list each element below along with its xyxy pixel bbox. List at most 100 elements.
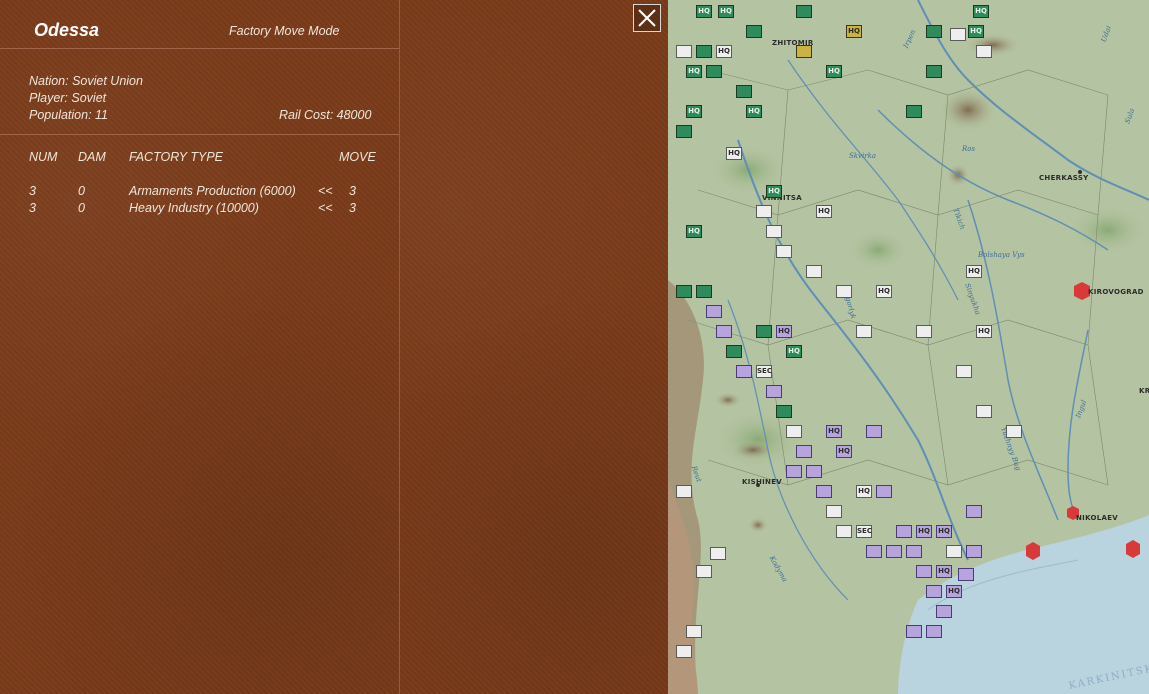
map-unit-armor[interactable]	[676, 45, 692, 58]
map-unit-infantry[interactable]	[856, 325, 872, 338]
map-unit[interactable]: HQ	[968, 25, 984, 38]
map-unit[interactable]: HQ	[846, 25, 862, 38]
map-unit-infantry[interactable]	[710, 547, 726, 560]
map-unit-infantry[interactable]	[966, 545, 982, 558]
map-unit-infantry[interactable]	[736, 365, 752, 378]
map-unit-artillery[interactable]	[796, 445, 812, 458]
map-unit-infantry[interactable]	[696, 45, 712, 58]
move-factory-arrow-button[interactable]: <<	[318, 184, 333, 198]
map-unit[interactable]: HQ	[776, 325, 792, 338]
map-unit[interactable]: HQ	[936, 565, 952, 578]
map-unit-armor[interactable]	[926, 25, 942, 38]
map-unit-infantry[interactable]	[676, 485, 692, 498]
map-unit[interactable]: HQ	[876, 285, 892, 298]
map-unit-infantry[interactable]	[686, 625, 702, 638]
map-unit-infantry[interactable]	[696, 565, 712, 578]
map-unit-armor[interactable]	[916, 565, 932, 578]
map-unit-armor[interactable]	[696, 285, 712, 298]
city-name-title: Odessa	[34, 20, 100, 40]
map-unit[interactable]: HQ	[696, 5, 712, 18]
map-unit-infantry[interactable]	[826, 505, 842, 518]
map-unit[interactable]: HQ	[973, 5, 989, 18]
map-unit-artillery[interactable]	[806, 465, 822, 478]
map-unit-armor[interactable]	[756, 205, 772, 218]
map-city-label: KISHINEV	[742, 478, 782, 486]
map-unit-security[interactable]: SEC	[856, 525, 872, 538]
map-unit-infantry[interactable]	[706, 305, 722, 318]
map-unit-armor[interactable]	[958, 568, 974, 581]
map-unit-infantry[interactable]	[926, 625, 942, 638]
map-unit[interactable]: HQ	[946, 585, 962, 598]
map-unit-infantry[interactable]	[836, 525, 852, 538]
map-unit[interactable]: HQ	[916, 525, 932, 538]
factory-dam: 0	[78, 201, 85, 215]
map-unit-infantry[interactable]	[706, 65, 722, 78]
map-unit-infantry[interactable]	[950, 28, 966, 41]
map-unit[interactable]: HQ	[686, 225, 702, 238]
factory-type: Heavy Industry (10000)	[129, 201, 259, 215]
map-unit-infantry[interactable]	[926, 65, 942, 78]
map-unit-infantry[interactable]	[976, 45, 992, 58]
map-unit-infantry[interactable]	[976, 405, 992, 418]
map-unit-artillery[interactable]	[786, 465, 802, 478]
map-unit-infantry[interactable]	[956, 365, 972, 378]
map-unit-infantry[interactable]	[756, 325, 772, 338]
map-unit[interactable]: HQ	[826, 65, 842, 78]
map-unit-infantry[interactable]	[716, 325, 732, 338]
map-unit[interactable]: HQ	[936, 525, 952, 538]
map-unit-infantry[interactable]	[836, 285, 852, 298]
map-unit-infantry[interactable]	[796, 5, 812, 18]
map-unit[interactable]: HQ	[718, 5, 734, 18]
map-city-label: KIROVOGRAD	[1088, 288, 1144, 296]
map-unit-infantry[interactable]	[676, 125, 692, 138]
map-unit-infantry[interactable]	[766, 385, 782, 398]
map-unit-infantry[interactable]	[1006, 425, 1022, 438]
header-divider	[0, 48, 399, 49]
map-unit-infantry[interactable]	[936, 605, 952, 618]
city-info-panel: Odessa Factory Move Mode Nation: Soviet …	[0, 0, 400, 694]
map-unit-infantry[interactable]	[966, 505, 982, 518]
map-unit-armor[interactable]	[906, 545, 922, 558]
map-unit-infantry[interactable]	[776, 405, 792, 418]
map-unit-security[interactable]: SEC	[756, 365, 772, 378]
close-button[interactable]	[633, 4, 661, 32]
map-unit[interactable]: HQ	[836, 445, 852, 458]
map-unit-armor[interactable]	[766, 225, 782, 238]
map-unit[interactable]: HQ	[716, 45, 732, 58]
map-unit[interactable]: HQ	[966, 265, 982, 278]
map-unit-infantry[interactable]	[876, 485, 892, 498]
map-unit-infantry[interactable]	[746, 25, 762, 38]
map-unit-armor[interactable]	[866, 425, 882, 438]
map-unit[interactable]: HQ	[826, 425, 842, 438]
map-unit-armor[interactable]	[736, 85, 752, 98]
map-unit-infantry[interactable]	[906, 105, 922, 118]
map-unit-infantry[interactable]	[816, 485, 832, 498]
move-factory-arrow-button[interactable]: <<	[318, 201, 333, 215]
map-unit-infantry[interactable]	[796, 45, 812, 58]
map-unit-infantry[interactable]	[806, 265, 822, 278]
map-unit-infantry[interactable]	[676, 285, 692, 298]
map-unit[interactable]: HQ	[746, 105, 762, 118]
map-unit-infantry[interactable]	[916, 325, 932, 338]
map-unit[interactable]: HQ	[766, 185, 782, 198]
map-unit[interactable]: HQ	[786, 345, 802, 358]
map-unit-infantry[interactable]	[886, 545, 902, 558]
map-unit-infantry[interactable]	[776, 245, 792, 258]
map-city-label: KR	[1139, 387, 1149, 395]
map-unit-armor[interactable]	[786, 425, 802, 438]
strategic-map[interactable]: ZHITOMIR VINNITSA CHERKASSY KIROVOGRAD K…	[668, 0, 1149, 694]
map-unit-infantry[interactable]	[896, 525, 912, 538]
map-unit[interactable]: HQ	[686, 105, 702, 118]
map-unit[interactable]: HQ	[816, 205, 832, 218]
map-unit[interactable]: HQ	[686, 65, 702, 78]
map-unit-artillery[interactable]	[946, 545, 962, 558]
map-unit[interactable]: HQ	[726, 147, 742, 160]
map-unit[interactable]: HQ	[856, 485, 872, 498]
map-unit-infantry[interactable]	[676, 645, 692, 658]
population-label: Population: 11	[29, 108, 108, 122]
map-unit-infantry[interactable]	[726, 345, 742, 358]
map-unit[interactable]: HQ	[976, 325, 992, 338]
map-unit-infantry[interactable]	[926, 585, 942, 598]
map-unit-infantry[interactable]	[866, 545, 882, 558]
map-unit-infantry[interactable]	[906, 625, 922, 638]
